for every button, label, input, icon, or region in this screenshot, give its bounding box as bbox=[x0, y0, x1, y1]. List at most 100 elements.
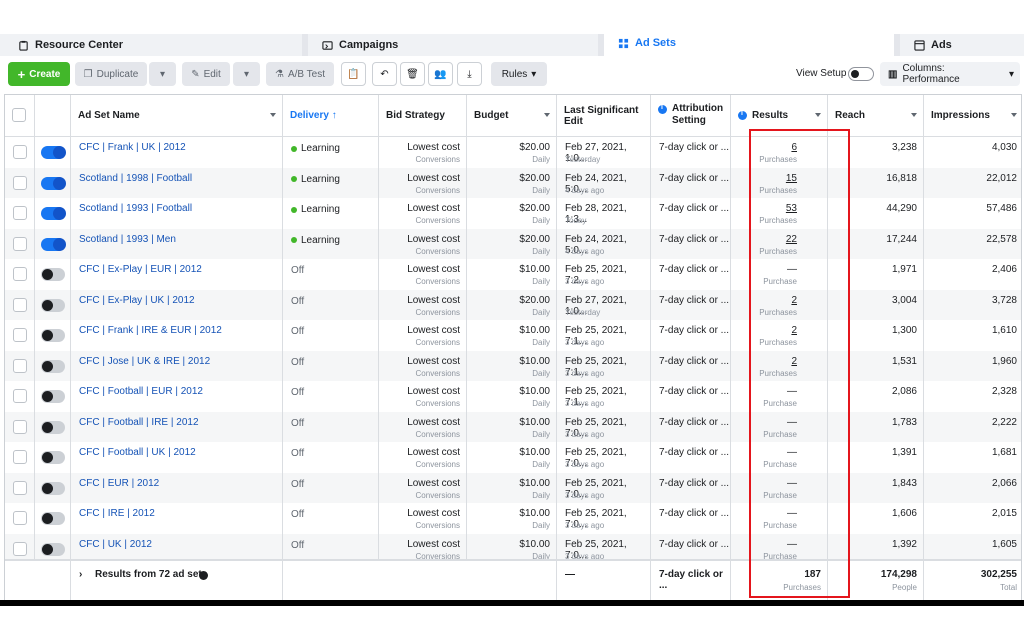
table-row[interactable]: CFC | Frank | UK | 2012 Learning Lowest co… bbox=[5, 137, 1021, 168]
row-checkbox[interactable] bbox=[13, 236, 27, 251]
table-row[interactable]: CFC | Football | EUR | 2012 Off Lowest cos… bbox=[5, 381, 1021, 412]
row-checkbox[interactable] bbox=[13, 511, 27, 525]
ad-set-toggle[interactable] bbox=[41, 298, 65, 312]
ad-set-name-link[interactable]: CFC | Ex-Play | UK | 2012 bbox=[79, 295, 195, 306]
results-value[interactable]: 2 bbox=[791, 325, 797, 336]
preview-button[interactable]: ⤓ bbox=[457, 62, 482, 86]
edit-button[interactable]: ✎ Edit bbox=[182, 62, 230, 86]
duplicate-dropdown-button[interactable]: ▾ bbox=[149, 62, 176, 86]
header-ad-set-name[interactable]: Ad Set Name bbox=[71, 95, 283, 136]
header-budget[interactable]: Budget bbox=[467, 95, 557, 136]
tab-resource-center[interactable]: Resource Center bbox=[4, 34, 302, 56]
select-all-checkbox[interactable] bbox=[12, 108, 26, 122]
row-checkbox[interactable] bbox=[13, 450, 27, 464]
results-value[interactable]: 53 bbox=[786, 203, 797, 214]
ad-set-name-link[interactable]: CFC | Football | UK | 2012 bbox=[79, 447, 196, 458]
tab-ads[interactable]: Ads bbox=[900, 34, 1024, 56]
header-results[interactable]: Results bbox=[731, 95, 828, 136]
delete-button[interactable]: 🗑 bbox=[400, 62, 425, 86]
table-row[interactable]: CFC | Frank | IRE & EUR | 2012 Off Lowest … bbox=[5, 320, 1021, 351]
row-checkbox[interactable] bbox=[13, 358, 27, 373]
toggle-knob bbox=[53, 176, 66, 190]
row-checkbox[interactable] bbox=[13, 389, 27, 403]
footer-impressions: 302,255 Total bbox=[924, 561, 1021, 602]
ad-set-name-link[interactable]: CFC | Football | IRE | 2012 bbox=[79, 417, 199, 428]
row-checkbox[interactable] bbox=[13, 480, 27, 495]
results-value[interactable]: 6 bbox=[791, 142, 797, 153]
row-checkbox[interactable] bbox=[13, 267, 27, 281]
table-row[interactable]: CFC | IRE | 2012 Off Lowest cost Conversion… bbox=[5, 503, 1021, 534]
edit-sub: 3 days ago bbox=[565, 277, 605, 286]
header-delivery[interactable]: Delivery ↑ bbox=[283, 95, 379, 136]
row-checkbox[interactable] bbox=[13, 328, 27, 342]
ad-set-name-link[interactable]: CFC | UK | 2012 bbox=[79, 539, 152, 550]
view-setup-toggle[interactable] bbox=[848, 67, 874, 81]
table-row[interactable]: CFC | Football | IRE | 2012 Off Lowest cos… bbox=[5, 411, 1021, 442]
table-row[interactable]: CFC | Ex-Play | UK | 2012 Off Lowest cost C… bbox=[5, 289, 1021, 320]
ad-set-name-link[interactable]: Scotland | 1998 | Football bbox=[79, 173, 192, 184]
results-value[interactable]: 2 bbox=[791, 356, 797, 367]
header-impressions[interactable]: Impressions bbox=[924, 95, 1021, 136]
ad-set-toggle[interactable] bbox=[41, 390, 65, 403]
undo-button[interactable]: ↶ bbox=[372, 62, 397, 86]
attribution-value: 7-day click or ... bbox=[659, 264, 730, 275]
ab-test-button[interactable]: ⚗ A/B Test bbox=[266, 62, 334, 86]
ad-set-toggle[interactable] bbox=[41, 237, 66, 251]
ad-set-name-link[interactable]: CFC | Ex-Play | EUR | 2012 bbox=[79, 264, 202, 275]
table-row[interactable]: Scotland | 1993 | Men Learning Lowest cost… bbox=[5, 228, 1021, 259]
ad-set-name-link[interactable]: CFC | EUR | 2012 bbox=[79, 478, 159, 489]
footer-summary[interactable]: › Results from 72 ad sets bbox=[71, 561, 283, 602]
clipboard-button[interactable]: 📋 bbox=[341, 62, 366, 86]
ad-set-name-link[interactable]: CFC | Jose | UK & IRE | 2012 bbox=[79, 356, 210, 367]
table-row[interactable]: CFC | Ex-Play | EUR | 2012 Off Lowest cost… bbox=[5, 259, 1021, 290]
results-sub: Purchases bbox=[759, 307, 797, 317]
table-row[interactable]: Scotland | 1993 | Football Learning Lowest… bbox=[5, 198, 1021, 229]
ad-set-name-link[interactable]: CFC | Football | EUR | 2012 bbox=[79, 386, 203, 397]
row-checkbox[interactable] bbox=[13, 419, 27, 434]
ad-set-name-link[interactable]: Scotland | 1993 | Football bbox=[79, 203, 192, 214]
ad-set-toggle[interactable] bbox=[41, 268, 65, 281]
rules-button[interactable]: Rules ▾ bbox=[491, 62, 547, 86]
ad-set-toggle[interactable] bbox=[41, 542, 65, 556]
reach-value: 1,300 bbox=[891, 325, 917, 336]
ad-set-toggle[interactable] bbox=[41, 146, 66, 159]
ad-set-toggle[interactable] bbox=[41, 359, 65, 373]
row-checkbox[interactable] bbox=[13, 175, 27, 190]
table-row[interactable]: CFC | Football | UK | 2012 Off Lowest cost… bbox=[5, 442, 1021, 473]
ad-set-toggle[interactable] bbox=[41, 451, 65, 464]
header-bid-strategy[interactable]: Bid Strategy bbox=[379, 95, 467, 136]
status-dot-icon bbox=[291, 206, 297, 213]
ad-set-toggle[interactable] bbox=[41, 481, 65, 495]
row-checkbox[interactable] bbox=[13, 206, 27, 220]
row-checkbox[interactable] bbox=[13, 541, 27, 556]
reach-value: 3,238 bbox=[891, 142, 917, 153]
ad-set-toggle[interactable] bbox=[41, 176, 66, 190]
tab-ad-sets[interactable]: Ad Sets bbox=[604, 30, 894, 56]
table-row[interactable]: CFC | Jose | UK & IRE | 2012 Off Lowest co… bbox=[5, 350, 1021, 381]
ad-set-name-link[interactable]: Scotland | 1993 | Men bbox=[79, 234, 176, 245]
edit-dropdown-button[interactable]: ▾ bbox=[233, 62, 260, 86]
ad-set-name-link[interactable]: CFC | Frank | UK | 2012 bbox=[79, 142, 186, 153]
ad-set-name-link[interactable]: CFC | IRE | 2012 bbox=[79, 508, 155, 519]
header-attribution[interactable]: Attribution Setting bbox=[651, 95, 731, 136]
results-value[interactable]: 22 bbox=[786, 234, 797, 245]
row-checkbox[interactable] bbox=[13, 145, 27, 159]
table-row[interactable]: Scotland | 1998 | Football Learning Lowest… bbox=[5, 167, 1021, 198]
audience-button[interactable]: 👥 bbox=[428, 62, 453, 86]
ad-set-toggle[interactable] bbox=[41, 207, 66, 220]
results-value[interactable]: 15 bbox=[786, 173, 797, 184]
ad-set-toggle[interactable] bbox=[41, 512, 65, 525]
ad-set-toggle[interactable] bbox=[41, 420, 65, 434]
table-row[interactable]: CFC | EUR | 2012 Off Lowest cost Conversion… bbox=[5, 472, 1021, 503]
attribution-value: 7-day click or ... bbox=[659, 508, 730, 519]
duplicate-button[interactable]: ❐ Duplicate bbox=[75, 62, 147, 86]
ad-set-name-link[interactable]: CFC | Frank | IRE & EUR | 2012 bbox=[79, 325, 222, 336]
tab-campaigns[interactable]: Campaigns bbox=[308, 34, 598, 56]
create-button[interactable]: + Create bbox=[8, 62, 70, 86]
ad-set-toggle[interactable] bbox=[41, 329, 65, 342]
header-reach[interactable]: Reach bbox=[828, 95, 924, 136]
header-last-edit[interactable]: Last Significant Edit bbox=[557, 95, 651, 136]
results-value[interactable]: 2 bbox=[791, 295, 797, 306]
columns-button[interactable]: ▥ Columns: Performance ▾ bbox=[880, 62, 1020, 86]
row-checkbox[interactable] bbox=[13, 297, 27, 312]
